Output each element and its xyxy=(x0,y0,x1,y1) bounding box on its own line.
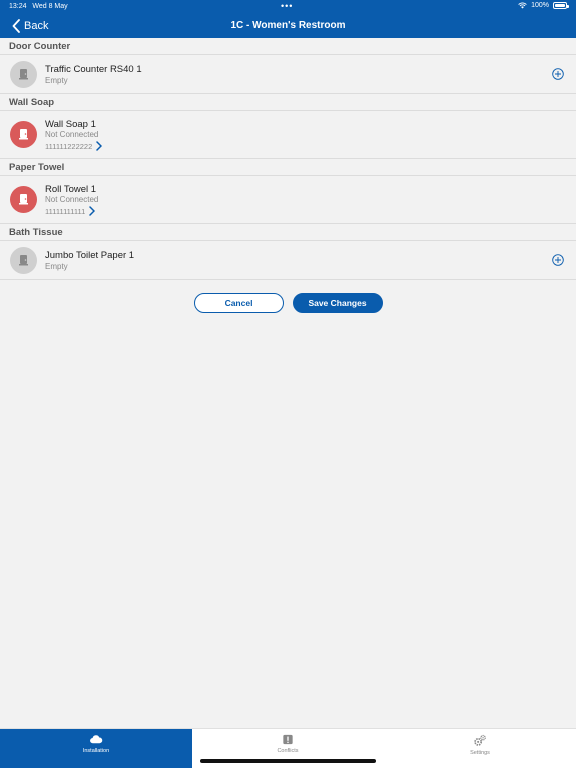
serial-number: 11111111111 xyxy=(45,206,86,216)
dispenser-icon xyxy=(10,61,37,88)
action-buttons: Cancel Save Changes xyxy=(0,293,576,313)
dispenser-icon xyxy=(10,247,37,274)
section-header-door-counter: Door Counter xyxy=(0,38,576,55)
cancel-button[interactable]: Cancel xyxy=(193,293,284,313)
battery-percent: 100% xyxy=(531,2,549,9)
device-name: Traffic Counter RS40 1 xyxy=(45,64,142,75)
device-row-wall-soap[interactable]: Wall Soap 1 Not Connected 111111222222 xyxy=(0,111,576,159)
section-header-bath-tissue: Bath Tissue xyxy=(0,224,576,241)
section-header-wall-soap: Wall Soap xyxy=(0,94,576,111)
serial-number: 111111222222 xyxy=(45,141,93,151)
device-row-traffic-counter[interactable]: Traffic Counter RS40 1 Empty xyxy=(0,55,576,94)
device-serial-link[interactable]: 111111222222 xyxy=(45,141,103,151)
status-time: 13:24 Wed 8 May xyxy=(9,3,68,10)
device-name: Roll Towel 1 xyxy=(45,184,97,195)
add-circle-icon[interactable] xyxy=(552,68,564,80)
device-name: Jumbo Toilet Paper 1 xyxy=(45,250,135,261)
section-header-paper-towel: Paper Towel xyxy=(0,159,576,176)
device-serial-link[interactable]: 11111111111 xyxy=(45,206,96,216)
device-status: Empty xyxy=(45,262,68,271)
status-bar: 13:24 Wed 8 May ••• 100% xyxy=(0,0,576,14)
home-indicator[interactable] xyxy=(200,759,376,763)
add-circle-icon[interactable] xyxy=(552,254,564,266)
chevron-right-icon xyxy=(89,206,96,216)
device-status: Not Connected xyxy=(45,195,99,204)
multitasking-dots-icon[interactable]: ••• xyxy=(281,1,293,11)
device-list: Door Counter Traffic Counter RS40 1 Empt… xyxy=(0,38,576,280)
alert-icon xyxy=(283,734,293,745)
header-bar: 13:24 Wed 8 May ••• 100% Back 1C - Women… xyxy=(0,0,576,38)
device-row-roll-towel[interactable]: Roll Towel 1 Not Connected 11111111111 xyxy=(0,176,576,224)
save-changes-button[interactable]: Save Changes xyxy=(292,293,383,313)
tab-installation[interactable]: Installation xyxy=(0,729,192,768)
gears-icon xyxy=(474,734,486,746)
device-status: Empty xyxy=(45,76,68,85)
wifi-icon xyxy=(518,2,527,9)
tab-label: Conflicts xyxy=(277,748,299,754)
device-name: Wall Soap 1 xyxy=(45,119,96,130)
dispenser-icon xyxy=(10,186,37,213)
cloud-icon xyxy=(90,735,103,744)
chevron-right-icon xyxy=(96,141,103,151)
tab-settings[interactable]: Settings xyxy=(384,729,576,768)
device-status: Not Connected xyxy=(45,130,99,139)
device-row-jumbo-toilet-paper[interactable]: Jumbo Toilet Paper 1 Empty xyxy=(0,241,576,280)
tab-label: Settings xyxy=(470,750,490,756)
dispenser-icon xyxy=(10,121,37,148)
tab-label: Installation xyxy=(82,748,110,754)
page-title: 1C - Women's Restroom xyxy=(230,20,346,31)
battery-icon xyxy=(553,2,569,9)
status-indicators: 100% xyxy=(518,2,569,9)
